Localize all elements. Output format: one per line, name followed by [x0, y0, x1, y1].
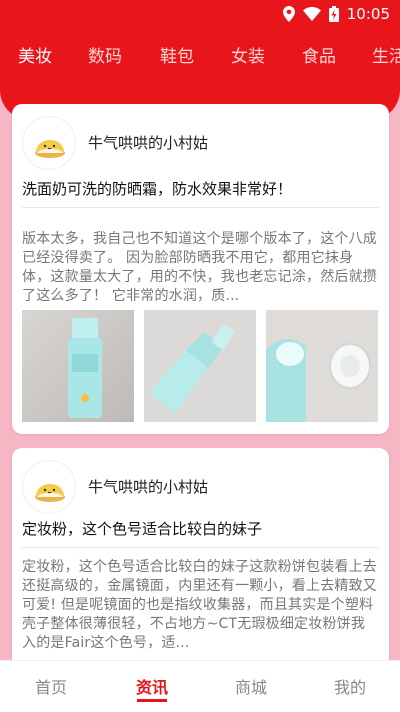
tab-digital[interactable]: 数码	[88, 42, 122, 67]
article-excerpt: 版本太多，我自己也不知道这个是哪个版本了，这个八成已经没得卖了。 因为脸部防晒我…	[22, 231, 377, 304]
author-name[interactable]: 牛气哄哄的小村姑	[88, 476, 208, 497]
tab-home[interactable]: 首页	[11, 674, 91, 698]
divider	[22, 547, 379, 548]
gudetama-avatar-icon	[35, 140, 65, 158]
bottom-tab-bar: 首页 资讯 商城 我的	[0, 660, 400, 712]
thumbnail-sunscreen-bottle[interactable]	[22, 310, 134, 422]
avatar[interactable]	[22, 460, 76, 514]
article-title[interactable]: 洗面奶可洗的防晒霜，防水效果非常好！	[22, 178, 292, 199]
article-card[interactable]: 牛气哄哄的小村姑 洗面奶可洗的防晒霜，防水效果非常好！ 版本太多，我自己也不知道…	[12, 104, 389, 434]
category-tabs: 美妆 数码 鞋包 女装 食品 生活	[0, 28, 400, 80]
sunscreen-tube-photo	[144, 310, 256, 422]
avatar[interactable]	[22, 116, 76, 170]
tab-womens-clothing[interactable]: 女装	[231, 42, 265, 67]
sunscreen-cap-photo	[266, 310, 378, 422]
location-icon	[282, 6, 295, 22]
tab-beauty[interactable]: 美妆	[18, 42, 52, 67]
tab-mall[interactable]: 商城	[211, 674, 291, 698]
gudetama-avatar-icon	[35, 484, 65, 502]
sunscreen-bottle-photo	[22, 310, 134, 422]
tab-life[interactable]: 生活	[372, 42, 400, 67]
divider	[22, 207, 379, 208]
author-name[interactable]: 牛气哄哄的小村姑	[88, 132, 208, 153]
status-bar: 10:05	[0, 0, 400, 28]
thumbnail-sunscreen-tube[interactable]	[144, 310, 256, 422]
thumbnail-sunscreen-cap[interactable]	[266, 310, 378, 422]
battery-icon	[328, 6, 339, 22]
wifi-icon	[302, 7, 321, 21]
article-title[interactable]: 定妆粉，这个色号适合比较白的妹子	[22, 518, 262, 539]
tab-news[interactable]: 资讯	[112, 674, 192, 698]
tab-bags[interactable]: 鞋包	[160, 42, 194, 67]
status-time: 10:05	[346, 5, 390, 23]
active-tab-indicator	[137, 699, 167, 702]
article-card[interactable]: 牛气哄哄的小村姑 定妆粉，这个色号适合比较白的妹子 定妆粉，这个色号适合比较白的…	[12, 448, 389, 660]
tab-food[interactable]: 食品	[302, 42, 336, 67]
tab-profile[interactable]: 我的	[310, 674, 390, 698]
article-excerpt: 定妆粉，这个色号适合比较白的妹子这款粉饼包装看上去还挺高级的，金属镜面，内里还有…	[22, 559, 377, 651]
